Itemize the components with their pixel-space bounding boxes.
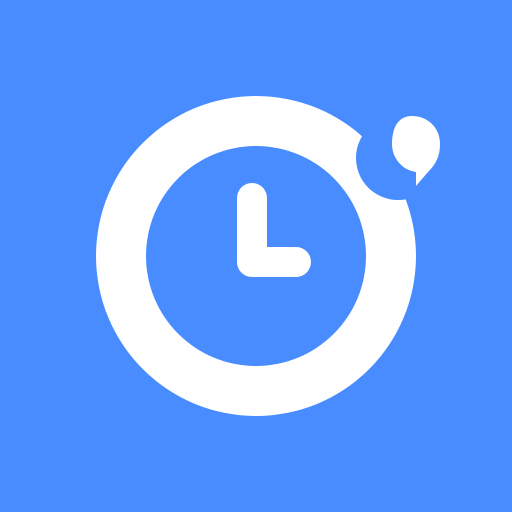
clock-chat-logo — [0, 0, 512, 512]
app-icon — [0, 0, 512, 512]
